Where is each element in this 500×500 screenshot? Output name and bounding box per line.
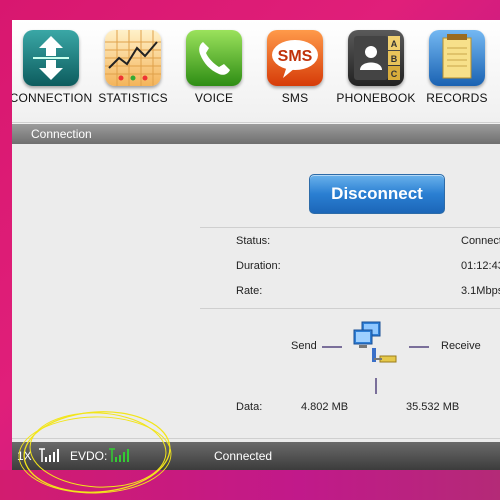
- receive-label: Receive: [441, 340, 481, 352]
- divider-top: [200, 227, 500, 228]
- toolbar-records-button[interactable]: RECORDS: [415, 30, 499, 105]
- toolbar-connection-label: CONNECTION: [12, 91, 93, 105]
- duration-label: Duration:: [236, 260, 281, 272]
- sms-icon-text: SMS: [278, 48, 313, 65]
- status-value: Connect: [461, 235, 500, 247]
- desktop-background: [0, 470, 500, 500]
- divider-bottom: [12, 438, 500, 439]
- toolbar-voice-label: VOICE: [194, 91, 234, 105]
- receive-line: [409, 346, 429, 348]
- disconnect-button[interactable]: Disconnect: [309, 174, 445, 214]
- phonebook-icon: A B C: [348, 30, 404, 86]
- toolbar-statistics-button[interactable]: STATISTICS: [91, 30, 175, 105]
- connection-arrows-icon: [23, 30, 79, 86]
- section-header: Connection: [12, 124, 500, 144]
- phonebook-tab-b: B: [391, 54, 398, 64]
- connection-panel: Disconnect Status: Connect Duration: 01:…: [12, 144, 500, 442]
- data-line: [375, 378, 377, 394]
- send-line: [322, 346, 342, 348]
- signal-evdo-icon: [109, 448, 131, 466]
- send-label: Send: [291, 340, 317, 352]
- signal-1x-icon: [39, 448, 61, 466]
- divider-middle: [200, 308, 500, 309]
- phone-handset-icon: [186, 30, 242, 86]
- data-label: Data:: [236, 401, 263, 413]
- app-window: CONNECTION STATISTICS VOICE SMS SMS A B …: [12, 20, 500, 470]
- section-title: Connection: [31, 127, 92, 141]
- phonebook-tab-a: A: [391, 39, 398, 49]
- mode-1x-label: 1X: [17, 449, 32, 463]
- toolbar-voice-button[interactable]: VOICE: [172, 30, 256, 105]
- records-notepad-icon: [429, 30, 485, 86]
- receive-value: 35.532 MB: [406, 401, 460, 413]
- status-label: Status:: [236, 235, 271, 247]
- toolbar-records-label: RECORDS: [426, 91, 488, 105]
- toolbar-phonebook-label: PHONEBOOK: [336, 91, 416, 105]
- toolbar-connection-button[interactable]: CONNECTION: [12, 30, 93, 105]
- send-value: 4.802 MB: [301, 401, 349, 413]
- duration-value: 01:12:43: [461, 260, 500, 272]
- evdo-label: EVDO:: [70, 449, 108, 463]
- toolbar-sms-label: SMS: [281, 91, 309, 105]
- status-bar: 1X EVDO: Connected: [12, 442, 500, 470]
- phonebook-tab-c: C: [391, 69, 398, 79]
- rate-value: 3.1Mbps: [461, 285, 500, 297]
- sms-bubble-icon: SMS: [267, 30, 323, 86]
- statistics-chart-icon: [105, 30, 161, 86]
- toolbar-statistics-label: STATISTICS: [98, 91, 168, 105]
- network-computers-icon: [350, 320, 404, 375]
- rate-label: Rate:: [236, 285, 263, 297]
- toolbar-phonebook-button[interactable]: A B C PHONEBOOK: [334, 30, 418, 105]
- toolbar-sms-button[interactable]: SMS SMS: [253, 30, 337, 105]
- connection-status-text: Connected: [214, 449, 273, 463]
- main-toolbar: CONNECTION STATISTICS VOICE SMS SMS A B …: [12, 20, 500, 123]
